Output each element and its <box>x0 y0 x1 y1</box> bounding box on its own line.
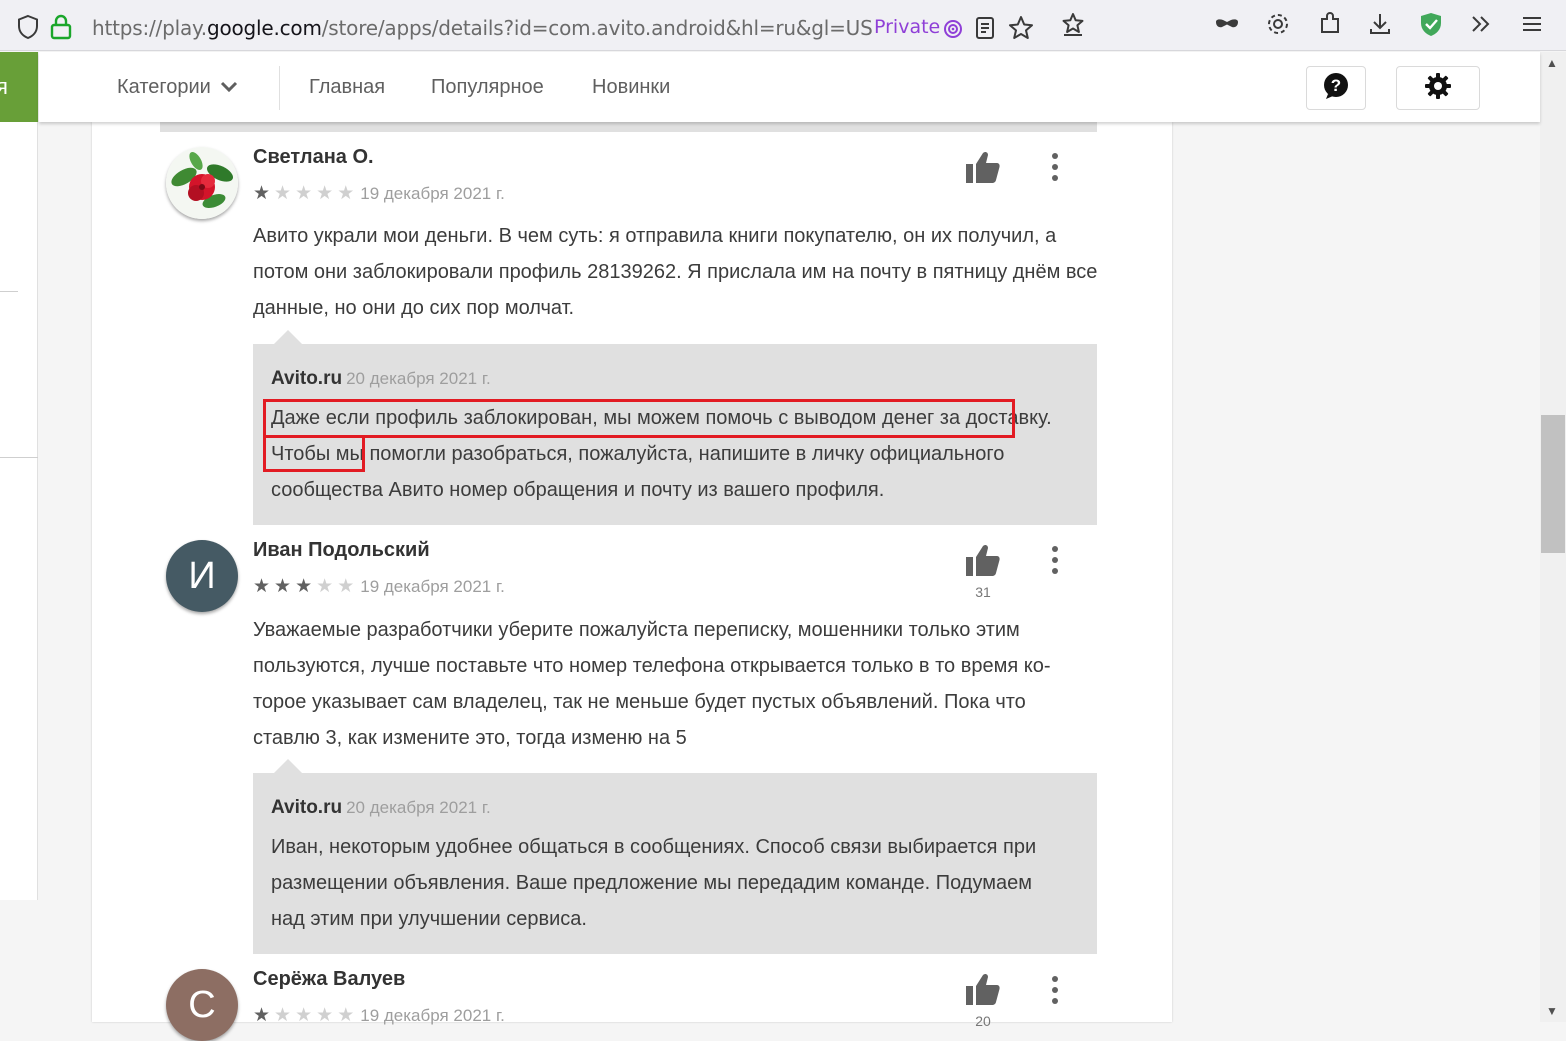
review-date: 19 декабря 2021 г. <box>360 183 505 203</box>
star-empty-icon: ★ <box>337 1005 355 1026</box>
scrollbar-thumb[interactable] <box>1541 415 1565 553</box>
nav-popular[interactable]: Популярное <box>431 76 544 99</box>
reply-author: Avito.ru 20 декабря 2021 г. <box>271 368 491 389</box>
avatar <box>166 147 238 219</box>
help-button[interactable]: ? <box>1306 66 1366 110</box>
private-mask-icon <box>940 16 966 42</box>
developer-reply: Avito.ru 20 декабря 2021 г. Даже если про… <box>253 344 1097 525</box>
overflow-chevrons-icon[interactable] <box>1468 11 1494 37</box>
nav-home[interactable]: Главная <box>309 76 385 99</box>
bookmark-star-icon[interactable] <box>1008 15 1034 41</box>
sidebar-divider <box>0 457 38 458</box>
review-text: Уважаемые разработчики уберите пожалуйст… <box>253 619 1051 749</box>
green-nav-tab[interactable]: я <box>0 52 38 122</box>
left-sidebar <box>0 122 38 900</box>
star-filled-icon: ★ <box>253 576 271 597</box>
reply-text: Даже если профиль заблокирован, мы можем… <box>271 407 1052 501</box>
star-filled-icon: ★ <box>253 1005 271 1026</box>
url-text[interactable]: https://play.google.com/store/apps/detai… <box>92 16 873 40</box>
adguard-shield-icon[interactable] <box>1418 11 1444 37</box>
categories-label: Категории <box>117 76 211 98</box>
helpful-count: 20 <box>975 1013 991 1029</box>
url-bar[interactable]: https://play.google.com/store/apps/detai… <box>8 4 1040 44</box>
more-options-icon[interactable] <box>1043 973 1067 1007</box>
star-empty-icon: ★ <box>295 1005 313 1026</box>
review-author: Светлана О. <box>253 146 374 168</box>
more-options-icon[interactable] <box>1043 543 1067 577</box>
developer-reply: Avito.ru 20 декабря 2021 г. Иван, некотор… <box>253 773 1097 954</box>
nav-new[interactable]: Новинки <box>592 76 670 99</box>
help-icon: ? <box>1322 72 1350 105</box>
review-rating: ★ ★ ★ ★ ★ 19 декабря 2021 г. <box>253 1004 505 1027</box>
nav-separator <box>279 66 280 110</box>
lock-icon[interactable] <box>50 14 72 45</box>
reply-author: Avito.ru 20 декабря 2021 г. <box>271 797 491 818</box>
thumbs-up-icon[interactable] <box>964 542 1002 580</box>
star-filled-icon: ★ <box>295 576 313 597</box>
helpful-count: 31 <box>975 584 991 600</box>
star-empty-icon: ★ <box>295 183 313 204</box>
settings-button[interactable] <box>1396 66 1480 110</box>
private-mode-mask-icon[interactable] <box>1214 11 1240 37</box>
avatar: И <box>166 540 238 612</box>
star-empty-icon: ★ <box>274 1005 292 1026</box>
avatar: С <box>166 969 238 1041</box>
star-empty-icon: ★ <box>274 183 292 204</box>
browser-toolbar: https://play.google.com/store/apps/detai… <box>0 0 1566 51</box>
star-empty-icon: ★ <box>337 576 355 597</box>
more-options-icon[interactable] <box>1043 150 1067 184</box>
scroll-down-arrow-icon[interactable]: ▼ <box>1546 1004 1558 1018</box>
categories-dropdown[interactable]: Категории <box>117 76 238 99</box>
review-author: Иван Подольский <box>253 539 430 561</box>
shield-icon[interactable] <box>16 14 40 45</box>
sidebar-divider <box>0 291 18 292</box>
reader-view-icon[interactable] <box>972 15 998 41</box>
star-empty-icon: ★ <box>316 576 334 597</box>
hamburger-menu-icon[interactable] <box>1519 11 1545 37</box>
review-date: 19 декабря 2021 г. <box>360 1005 505 1025</box>
private-browsing-label: Private <box>874 16 941 38</box>
bookmarks-icon[interactable] <box>1060 11 1086 37</box>
reply-text: Иван, некоторым удобнее общаться в сообщ… <box>271 836 1037 930</box>
star-empty-icon: ★ <box>316 1005 334 1026</box>
star-filled-icon: ★ <box>274 576 292 597</box>
reply-caret <box>274 330 302 344</box>
settings-gear-icon[interactable] <box>1265 11 1291 37</box>
review-author: Серёжа Валуев <box>253 968 406 990</box>
svg-text:?: ? <box>1331 76 1341 95</box>
downloads-icon[interactable] <box>1367 11 1393 37</box>
thumbs-up-icon[interactable] <box>964 971 1002 1009</box>
star-empty-icon: ★ <box>337 183 355 204</box>
reply-caret <box>274 759 302 773</box>
star-empty-icon: ★ <box>316 183 334 204</box>
reply-date: 20 декабря 2021 г. <box>346 798 491 817</box>
flower-avatar-icon <box>166 147 238 219</box>
chevron-down-icon <box>220 76 238 99</box>
reply-date: 20 декабря 2021 г. <box>346 369 491 388</box>
previous-reply-bottom <box>160 122 1097 132</box>
review-date: 19 декабря 2021 г. <box>360 576 505 596</box>
review-text: Авито украли мои деньги. В чем суть: я о… <box>253 225 1098 319</box>
play-store-app-bar: Категории Главная Популярное Новинки ? <box>39 52 1540 122</box>
review-rating: ★ ★ ★ ★ ★ 19 декабря 2021 г. <box>253 182 505 205</box>
extensions-puzzle-icon[interactable] <box>1317 11 1343 37</box>
gear-icon <box>1424 72 1452 105</box>
scroll-up-arrow-icon[interactable]: ▲ <box>1546 56 1558 70</box>
star-filled-icon: ★ <box>253 183 271 204</box>
thumbs-up-icon[interactable] <box>964 149 1002 187</box>
review-rating: ★ ★ ★ ★ ★ 19 декабря 2021 г. <box>253 575 505 598</box>
